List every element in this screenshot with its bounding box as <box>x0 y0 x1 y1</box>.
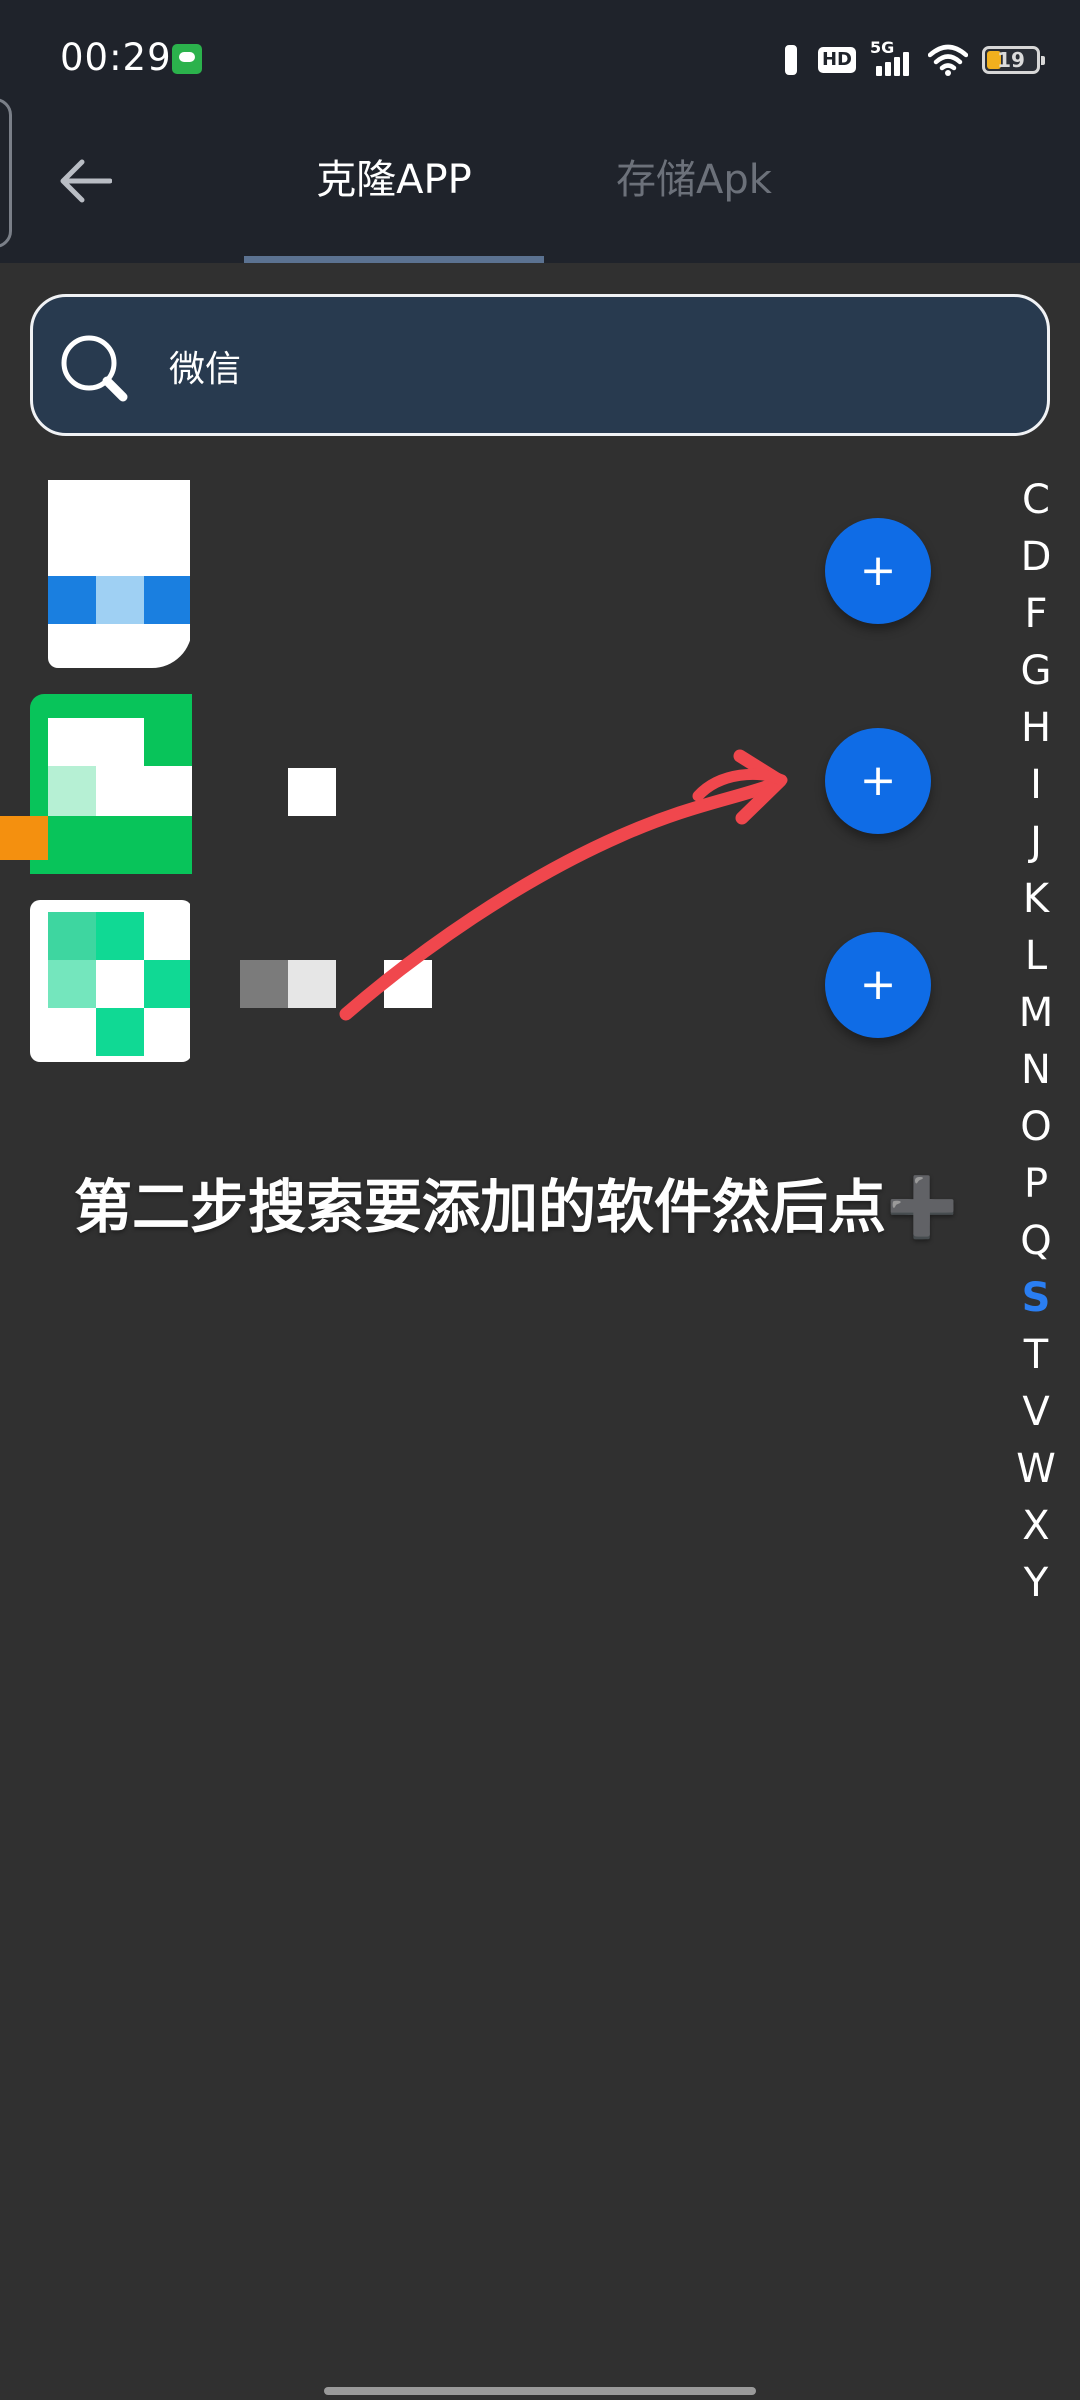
alphabet-index-letter[interactable]: K <box>1006 871 1066 928</box>
alphabet-index-letter[interactable]: S <box>1006 1270 1066 1327</box>
add-app-button[interactable]: + <box>825 932 931 1038</box>
tutorial-caption-text: 第二步搜索要添加的软件然后点 <box>74 1173 887 1241</box>
add-app-button[interactable]: + <box>825 728 931 834</box>
status-bar: 00:29 HD 5G 19 <box>0 0 1080 110</box>
alphabet-index-letter[interactable]: H <box>1006 700 1066 757</box>
app-list-item[interactable]: + <box>0 684 1000 884</box>
alphabet-index-letter[interactable]: G <box>1006 643 1066 700</box>
alphabet-index-letter[interactable]: O <box>1006 1099 1066 1156</box>
alphabet-index-letter[interactable]: L <box>1006 928 1066 985</box>
cellular-signal-icon: 5G <box>870 38 914 78</box>
alphabet-index-letter[interactable]: W <box>1006 1441 1066 1498</box>
alphabet-index-letter[interactable]: Y <box>1006 1555 1066 1612</box>
app-icon-mosaic <box>0 684 200 884</box>
wifi-icon <box>928 44 968 76</box>
app-list-item[interactable]: + <box>0 892 1000 1092</box>
alphabet-index-letter[interactable]: Q <box>1006 1213 1066 1270</box>
home-indicator[interactable] <box>324 2387 756 2395</box>
app-icon-mosaic <box>30 892 190 1092</box>
network-type: 5G <box>870 38 895 57</box>
status-time: 00:29 <box>60 36 172 79</box>
alphabet-index-letter[interactable]: J <box>1006 814 1066 871</box>
app-name-obscured <box>384 960 432 1008</box>
alphabet-index-letter[interactable]: V <box>1006 1384 1066 1441</box>
search-box[interactable] <box>30 294 1061 436</box>
battery-icon: 19 <box>982 46 1045 74</box>
vibrate-icon <box>778 43 804 77</box>
alphabet-index-letter[interactable]: D <box>1006 529 1066 586</box>
alphabet-index-letter[interactable]: I <box>1006 757 1066 814</box>
alphabet-index-letter[interactable]: T <box>1006 1327 1066 1384</box>
alphabet-index-letter[interactable]: F <box>1006 586 1066 643</box>
status-icons: HD 5G 19 <box>778 38 1045 82</box>
alphabet-index-letter[interactable]: X <box>1006 1498 1066 1555</box>
plus-emoji-icon: ➕ <box>886 1173 959 1241</box>
app-list-item[interactable]: + <box>0 478 1000 678</box>
app-name-obscured <box>240 960 288 1008</box>
tab-stored-apk[interactable]: 存储Apk <box>544 150 844 210</box>
alphabet-index-letter[interactable]: P <box>1006 1156 1066 1213</box>
arrow-left-icon <box>60 159 112 203</box>
alphabet-index-letter[interactable]: N <box>1006 1042 1066 1099</box>
search-icon <box>61 335 128 402</box>
app-icon-mosaic <box>30 478 190 678</box>
tutorial-caption: 第二步搜索要添加的软件然后点➕ <box>74 1160 1014 1244</box>
add-app-button[interactable]: + <box>825 518 931 624</box>
wechat-notification-icon <box>172 44 202 74</box>
tab-clone-app[interactable]: 克隆APP <box>244 150 544 210</box>
alphabet-index[interactable]: CDFGHIJKLMNOPQSTVWXY <box>1006 472 1066 1612</box>
battery-level: 19 <box>997 48 1025 72</box>
app-name-obscured <box>288 960 336 1008</box>
tab-indicator <box>244 256 544 263</box>
app-name-obscured <box>288 768 336 816</box>
back-button[interactable] <box>50 146 120 216</box>
edge-gesture-handle <box>0 98 12 248</box>
alphabet-index-letter[interactable]: C <box>1006 472 1066 529</box>
alphabet-index-letter[interactable]: M <box>1006 985 1066 1042</box>
search-input[interactable] <box>137 335 1061 397</box>
hd-badge: HD <box>817 47 856 73</box>
app-header: 00:29 HD 5G 19 克隆APP 存储Apk <box>0 0 1080 263</box>
